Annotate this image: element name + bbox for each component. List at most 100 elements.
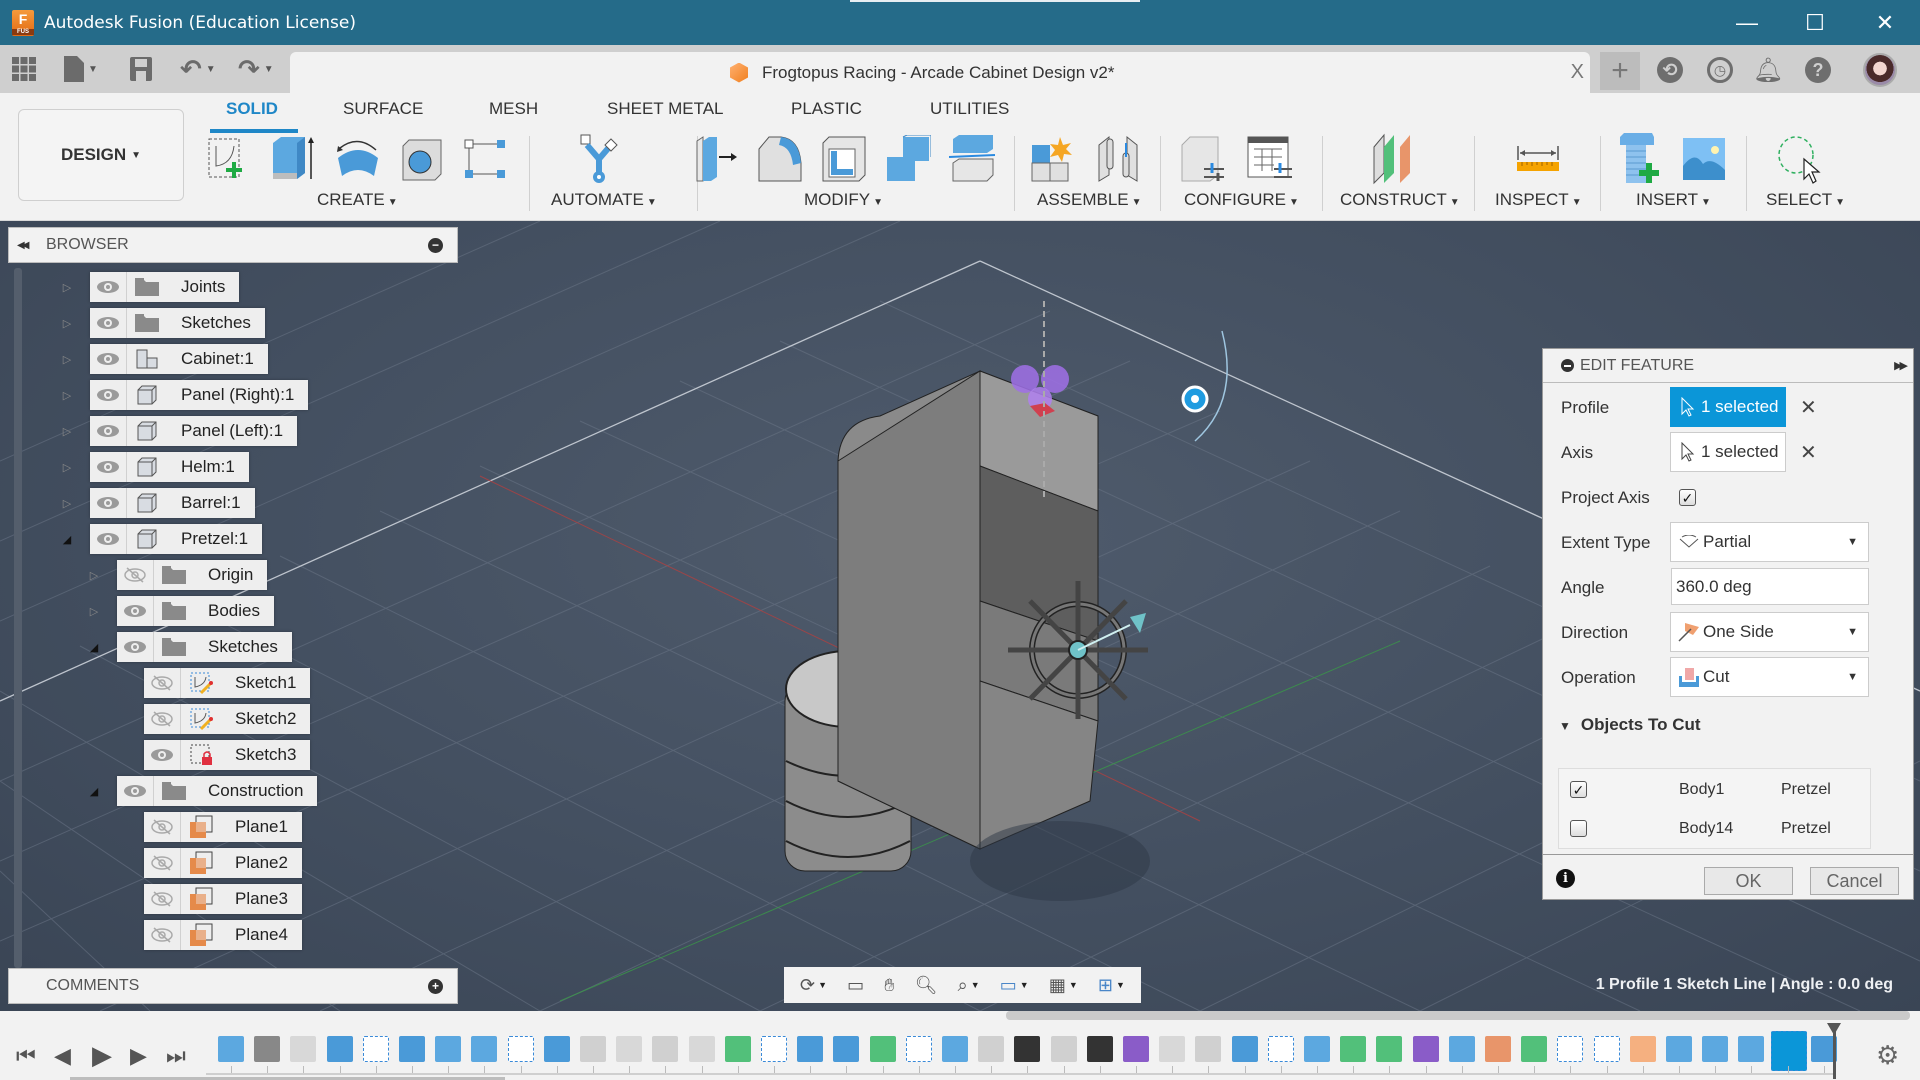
timeline-feature-boundary[interactable]: [1666, 1036, 1692, 1062]
viewports-button[interactable]: ⊞ ▼: [1098, 975, 1125, 996]
collapse-node-icon[interactable]: ◢: [89, 785, 99, 798]
step-forward-button[interactable]: ▶: [130, 1043, 147, 1069]
close-tab-button[interactable]: X: [1571, 61, 1584, 84]
clear-axis-button[interactable]: ✕: [1800, 440, 1817, 465]
operation-dropdown[interactable]: Cut ▼: [1670, 657, 1869, 697]
visibility-off-icon[interactable]: [117, 560, 154, 590]
expand-node-icon[interactable]: ▷: [62, 425, 72, 438]
timeline-feature-extrude[interactable]: [1304, 1036, 1330, 1062]
visibility-on-icon[interactable]: [90, 380, 127, 410]
timeline-feature-sketch[interactable]: [507, 1036, 534, 1062]
display-settings-button[interactable]: ▭ ▼: [1000, 975, 1029, 996]
browser-item-box[interactable]: Plane2: [144, 848, 302, 878]
zoom-button[interactable]: 🔍︎: [915, 975, 938, 996]
timeline-feature-joint[interactable]: [580, 1036, 606, 1062]
undo-button[interactable]: ↶ ▼: [180, 54, 216, 84]
select-button[interactable]: [1776, 133, 1824, 185]
rectangular-pattern-button[interactable]: [462, 133, 510, 185]
timeline-scrollbar[interactable]: [1006, 1011, 1910, 1020]
new-tab-button[interactable]: +: [1600, 52, 1640, 90]
timeline-feature-extrude[interactable]: [942, 1036, 968, 1062]
timeline-feature-component[interactable]: [688, 1036, 715, 1062]
timeline-feature-move[interactable]: [1086, 1036, 1113, 1062]
configure-button[interactable]: [1180, 133, 1228, 185]
expand-node-icon[interactable]: ▷: [89, 605, 99, 618]
modify-group-label[interactable]: MODIFY ▼: [804, 190, 883, 210]
timeline-feature-joint[interactable]: [1195, 1036, 1222, 1062]
browser-item-box[interactable]: Sketch3: [144, 740, 311, 770]
body1-checkbox[interactable]: ✓: [1570, 781, 1587, 798]
expand-node-icon[interactable]: ▷: [62, 497, 72, 510]
visibility-on-icon[interactable]: [90, 416, 127, 446]
insert-canvas-button[interactable]: [1680, 133, 1728, 185]
profile-selector[interactable]: 1 selected: [1670, 387, 1786, 427]
timeline-feature-plane[interactable]: [724, 1036, 751, 1062]
browser-item-box[interactable]: Panel (Right):1: [90, 380, 309, 410]
browser-item-box[interactable]: Pretzel:1: [90, 524, 263, 554]
timeline-feature-sketch[interactable]: [362, 1036, 389, 1062]
minimize-button[interactable]: —: [1712, 0, 1782, 45]
browser-item-box[interactable]: Origin: [117, 560, 268, 590]
timeline-feature-extrude[interactable]: [218, 1036, 244, 1062]
visibility-on-icon[interactable]: [117, 632, 154, 662]
timeline-feature-revolve[interactable]: [399, 1036, 425, 1062]
visibility-on-icon[interactable]: [90, 488, 127, 518]
help-button[interactable]: ?: [1798, 52, 1838, 88]
browser-item-box[interactable]: Bodies: [117, 596, 274, 626]
close-window-button[interactable]: ✕: [1850, 0, 1920, 45]
visibility-on-icon[interactable]: [144, 740, 181, 770]
expand-node-icon[interactable]: ▷: [62, 353, 72, 366]
tab-plastic[interactable]: PLASTIC: [791, 99, 862, 119]
maximize-button[interactable]: ☐: [1780, 0, 1850, 45]
create-sketch-button[interactable]: [204, 133, 252, 185]
step-back-button[interactable]: ◀: [54, 1043, 71, 1069]
clear-profile-button[interactable]: ✕: [1800, 395, 1817, 420]
timeline-feature-sketch[interactable]: [761, 1036, 787, 1062]
timeline-settings-button[interactable]: ⚙: [1876, 1040, 1899, 1071]
timeline-feature-sketch[interactable]: [905, 1036, 932, 1062]
timeline-feature-boundary[interactable]: [1702, 1036, 1729, 1062]
angle-input[interactable]: 360.0 deg: [1671, 568, 1869, 605]
workspace-switcher[interactable]: DESIGN ▼: [18, 109, 184, 201]
timeline-feature-form[interactable]: [1412, 1036, 1439, 1062]
expand-node-icon[interactable]: ▷: [62, 281, 72, 294]
timeline-feature-component[interactable]: [290, 1036, 317, 1062]
zoom-window-button[interactable]: ⌕ ▼: [958, 975, 980, 996]
timeline-feature-region[interactable]: [1629, 1036, 1656, 1062]
ok-button[interactable]: OK: [1704, 867, 1793, 895]
timeline-feature-flag[interactable]: [1231, 1036, 1258, 1062]
fillet-button[interactable]: [756, 133, 804, 185]
objects-to-cut-section[interactable]: ▼ Objects To Cut: [1559, 715, 1701, 735]
revolve-button[interactable]: [334, 133, 382, 185]
timeline-feature-param[interactable]: [254, 1036, 281, 1062]
automate-button[interactable]: [576, 133, 624, 185]
timeline-feature-sketch[interactable]: [1593, 1036, 1620, 1062]
timeline-feature-pipe[interactable]: [1340, 1036, 1367, 1062]
timeline-feature-plane[interactable]: [1376, 1036, 1403, 1062]
look-at-button[interactable]: ▭: [847, 975, 864, 996]
browser-item-box[interactable]: Panel (Left):1: [90, 416, 298, 446]
redo-button[interactable]: ↷ ▼: [238, 54, 274, 84]
browser-item-box[interactable]: Plane1: [144, 812, 302, 842]
timeline-feature-joint[interactable]: [652, 1036, 679, 1062]
body14-checkbox[interactable]: [1570, 820, 1587, 837]
collapse-node-icon[interactable]: ◢: [62, 533, 72, 546]
browser-item-box[interactable]: Plane4: [144, 920, 302, 950]
file-menu-button[interactable]: ▼: [64, 55, 98, 83]
timeline-feature-revolve[interactable]: [543, 1036, 570, 1062]
browser-item-box[interactable]: Sketch2: [144, 704, 311, 734]
press-pull-button[interactable]: [692, 133, 740, 185]
visibility-on-icon[interactable]: [90, 524, 127, 554]
pan-button[interactable]: ✋︎: [884, 975, 894, 996]
collapse-dialog-icon[interactable]: [1561, 359, 1574, 372]
timeline-feature-revolve[interactable]: [833, 1036, 860, 1062]
timeline-feature-canvas[interactable]: [326, 1036, 353, 1062]
timeline-feature-component[interactable]: [1159, 1036, 1186, 1062]
expand-node-icon[interactable]: ▷: [62, 317, 72, 330]
tab-surface[interactable]: SURFACE: [343, 99, 423, 119]
browser-item-box[interactable]: Sketches: [117, 632, 292, 662]
configuration-table-button[interactable]: [1246, 133, 1294, 185]
minimize-browser-icon[interactable]: −: [428, 237, 443, 253]
comments-header[interactable]: COMMENTS +: [8, 968, 458, 1004]
browser-item-box[interactable]: Plane3: [144, 884, 302, 914]
